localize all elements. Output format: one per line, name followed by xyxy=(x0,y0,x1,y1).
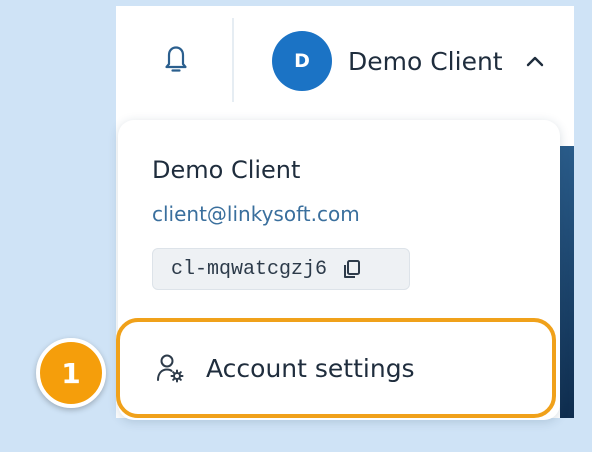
dropdown-user-name: Demo Client xyxy=(152,156,301,184)
client-id-chip[interactable]: cl-mqwatcgzj6 xyxy=(152,248,410,290)
user-menu-button[interactable]: D Demo Client xyxy=(268,28,548,94)
account-settings-menu-item[interactable]: Account settings xyxy=(116,318,556,418)
copy-icon[interactable] xyxy=(341,258,363,280)
avatar: D xyxy=(272,31,332,91)
chevron-up-icon xyxy=(525,54,545,68)
header-divider xyxy=(232,18,234,102)
dropdown-user-email: client@linkysoft.com xyxy=(152,202,360,226)
bell-icon xyxy=(161,42,191,78)
client-id-text: cl-mqwatcgzj6 xyxy=(171,257,328,281)
step-number-badge: 1 xyxy=(36,338,106,408)
user-name-label: Demo Client xyxy=(348,46,503,76)
notifications-button[interactable] xyxy=(146,30,206,90)
user-gear-icon xyxy=(156,353,184,383)
background-content-strip xyxy=(560,146,574,418)
account-settings-label: Account settings xyxy=(206,353,415,383)
